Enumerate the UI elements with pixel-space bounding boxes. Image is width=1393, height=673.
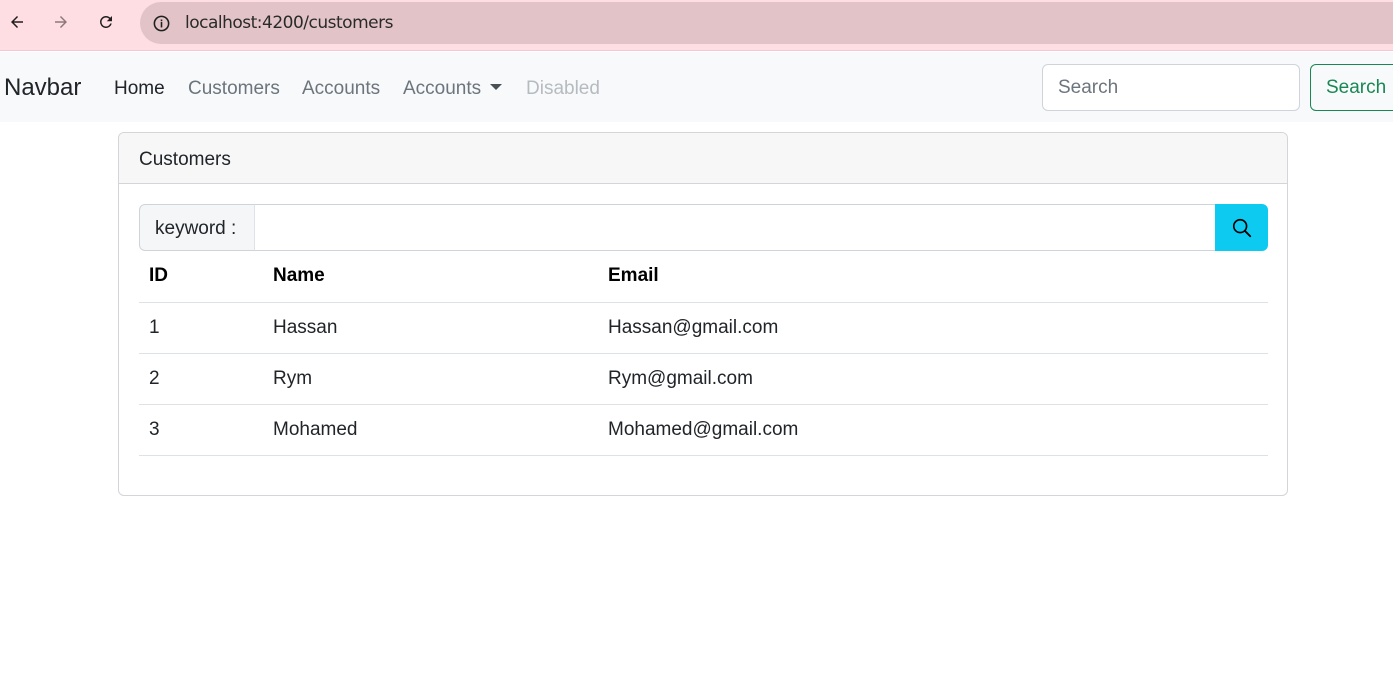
table-row: 2 Rym Rym@gmail.com (139, 353, 1268, 405)
table-row: 1 Hassan Hassan@gmail.com (139, 302, 1268, 354)
keyword-input[interactable] (254, 204, 1216, 251)
browser-toolbar: localhost:4200/customers (0, 0, 1393, 51)
navbar-brand[interactable]: Navbar (4, 74, 81, 102)
column-header-email: Email (598, 251, 1268, 303)
cell-name: Hassan (263, 302, 598, 354)
url-text[interactable]: localhost:4200/customers (185, 13, 393, 33)
nav-dropdown-label: Accounts (403, 78, 482, 99)
table-header-row: ID Name Email (139, 251, 1268, 303)
column-header-id: ID (139, 251, 263, 303)
reload-icon[interactable] (93, 9, 119, 35)
navbar-search-input[interactable] (1042, 64, 1300, 111)
cell-email: Rym@gmail.com (598, 353, 1268, 405)
address-bar[interactable]: localhost:4200/customers (140, 2, 1393, 44)
keyword-label: keyword : (139, 204, 255, 251)
nav-link-accounts[interactable]: Accounts (302, 78, 380, 100)
nav-link-home[interactable]: Home (114, 78, 165, 100)
nav-link-disabled: Disabled (526, 78, 600, 99)
cell-id: 3 (139, 404, 263, 456)
navbar: Navbar Home Customers Accounts Accounts … (0, 52, 1393, 122)
keyword-search-group: keyword : (139, 204, 1268, 251)
column-header-name: Name (263, 251, 598, 303)
caret-down-icon (490, 84, 503, 90)
customers-table: ID Name Email 1 Hassan Hassan@gmail.com … (139, 251, 1268, 456)
cell-name: Rym (263, 353, 598, 405)
keyword-search-button[interactable] (1215, 204, 1268, 251)
cell-email: Mohamed@gmail.com (598, 404, 1268, 456)
cell-id: 1 (139, 302, 263, 354)
site-info-icon[interactable] (148, 10, 174, 36)
cell-id: 2 (139, 353, 263, 405)
customers-card: Customers keyword : ID Name Email 1 Hass… (118, 132, 1288, 496)
navbar-search-button[interactable]: Search (1310, 64, 1393, 111)
search-icon (1232, 218, 1251, 237)
nav-link-customers[interactable]: Customers (188, 78, 280, 100)
forward-arrow-icon[interactable] (48, 9, 74, 35)
table-row: 3 Mohamed Mohamed@gmail.com (139, 404, 1268, 456)
cell-email: Hassan@gmail.com (598, 302, 1268, 354)
nav-dropdown-accounts[interactable]: Accounts (403, 78, 503, 100)
card-header: Customers (119, 133, 1287, 184)
cell-name: Mohamed (263, 404, 598, 456)
back-arrow-icon[interactable] (4, 9, 30, 35)
